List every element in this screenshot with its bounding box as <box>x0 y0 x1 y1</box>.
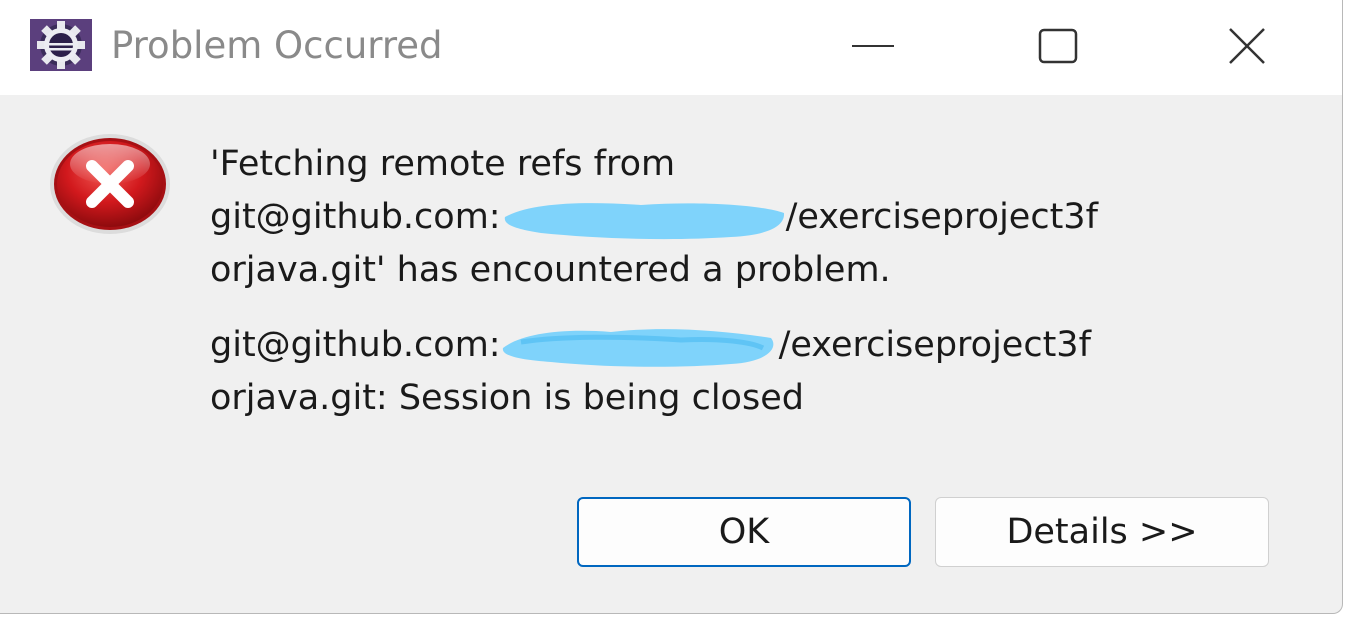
error-message: 'Fetching remote refs from git@github.co… <box>210 138 1325 425</box>
maximize-icon <box>1038 28 1078 64</box>
minimize-button[interactable] <box>828 10 918 82</box>
error-icon <box>50 134 170 234</box>
minimize-icon <box>852 45 894 47</box>
message-line: orjava.git' has encountered a problem. <box>210 244 1325 297</box>
message-text: orjava.git: Session is being closed <box>210 378 804 418</box>
close-button[interactable] <box>1202 10 1292 82</box>
message-line: git@github.com: /exerciseproject3f <box>210 319 1325 372</box>
close-icon <box>1229 28 1265 64</box>
problem-dialog: Problem Occurred 'Fetching remote refs f… <box>0 0 1343 614</box>
details-button[interactable]: Details >> <box>935 497 1269 567</box>
message-line: orjava.git: Session is being closed <box>210 372 1325 425</box>
message-line: git@github.com: /exerciseproject3f <box>210 191 1325 244</box>
redaction-mark <box>501 322 779 370</box>
message-line: 'Fetching remote refs from <box>210 138 1325 191</box>
ok-button[interactable]: OK <box>577 497 911 567</box>
window-title: Problem Occurred <box>111 24 443 67</box>
title-bar[interactable]: Problem Occurred <box>0 0 1342 95</box>
redaction-mark <box>501 195 786 241</box>
message-text: /exerciseproject3f <box>778 325 1091 365</box>
eclipse-icon <box>30 19 92 71</box>
message-text: orjava.git' has encountered a problem. <box>210 250 891 290</box>
message-text: git@github.com: <box>210 325 501 365</box>
maximize-button[interactable] <box>1013 10 1103 82</box>
message-text: git@github.com: <box>210 197 501 237</box>
message-text: 'Fetching remote refs from <box>210 144 676 184</box>
message-text: /exerciseproject3f <box>785 197 1098 237</box>
